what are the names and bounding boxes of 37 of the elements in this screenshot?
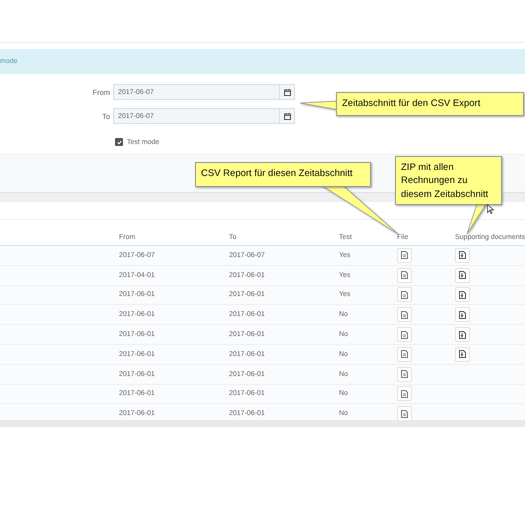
document-icon (401, 330, 408, 339)
zip-button[interactable] (455, 346, 470, 362)
callout-text: ZIP mit allen Rechnungen zu diesem Zeitabschnitt (401, 162, 488, 200)
document-icon (401, 350, 408, 358)
file-button[interactable] (397, 268, 412, 283)
zip-button[interactable] (455, 248, 470, 263)
document-icon (401, 290, 408, 299)
file-button[interactable] (397, 287, 412, 302)
calendar-icon (284, 88, 290, 96)
file-button[interactable] (397, 366, 412, 382)
zip-file-icon (459, 251, 466, 260)
zip-file-icon (459, 350, 466, 358)
file-button[interactable] (397, 307, 412, 322)
callout-text: CSV Report für diesen Zeitabschnitt (201, 168, 353, 179)
file-button[interactable] (397, 406, 412, 420)
file-button[interactable] (397, 248, 412, 263)
cursor-icon (487, 204, 494, 214)
file-button[interactable] (397, 346, 412, 362)
zip-file-icon (459, 330, 466, 339)
document-icon (401, 310, 408, 319)
document-icon (401, 410, 408, 418)
zip-file-icon (459, 290, 466, 299)
zip-button[interactable] (455, 287, 470, 302)
document-icon (401, 271, 408, 280)
document-icon (401, 370, 408, 378)
checkbox[interactable] (115, 138, 123, 146)
file-button[interactable] (397, 327, 412, 342)
zip-button[interactable] (455, 268, 470, 283)
callout-text: Zeitabschnitt für den CSV Export (342, 98, 480, 109)
document-icon (401, 390, 408, 398)
zip-file-icon (459, 271, 466, 280)
file-button[interactable] (397, 386, 412, 402)
calendar-icon (284, 112, 290, 120)
zip-file-icon (459, 310, 466, 319)
zip-button[interactable] (455, 327, 470, 342)
document-icon (401, 251, 408, 260)
zip-button[interactable] (455, 307, 470, 322)
